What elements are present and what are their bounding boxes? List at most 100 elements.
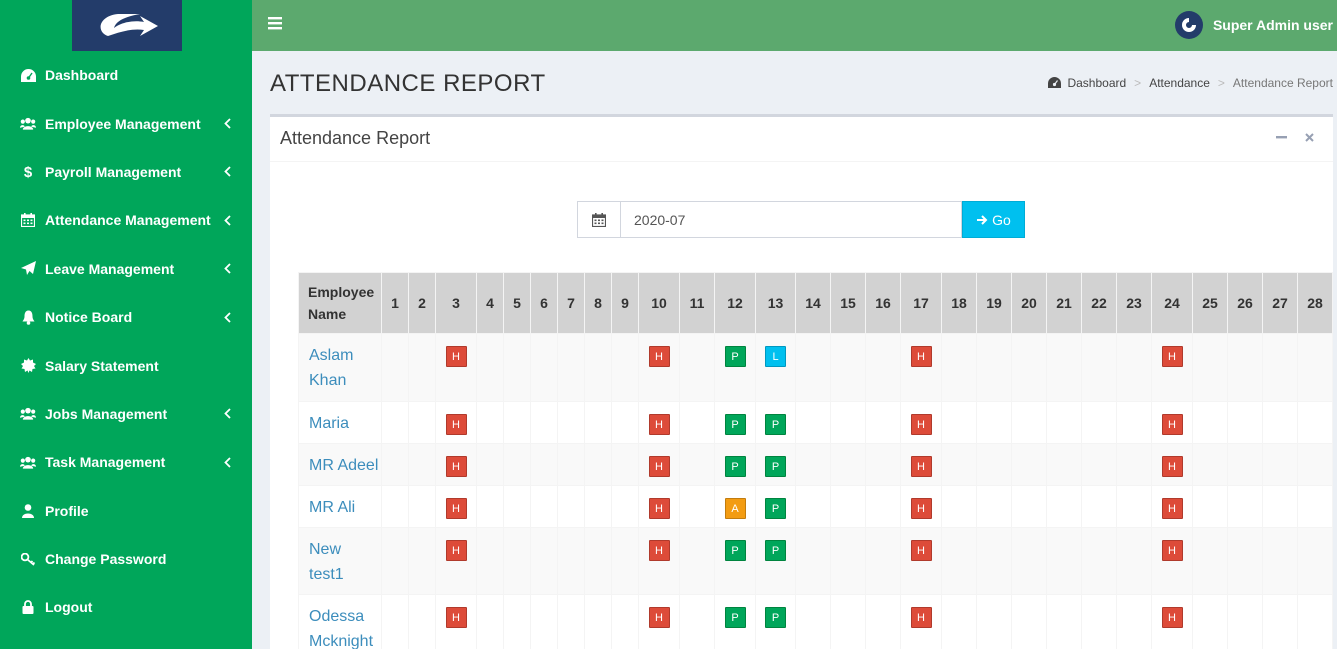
day-cell-8 bbox=[584, 485, 612, 528]
table-header-row: Employee Name 1 2 3 4 5 6 7 8 9 10 11 12 13 14 15 16 17 18… bbox=[298, 272, 1333, 334]
sidebar-item-notice-board[interactable]: Notice Board bbox=[0, 293, 252, 341]
employee-name-link[interactable]: Maria bbox=[298, 401, 382, 444]
column-header-day-23: 23 bbox=[1116, 272, 1152, 334]
day-cell-14 bbox=[795, 333, 831, 402]
day-cell-5 bbox=[503, 333, 531, 402]
calendar-icon bbox=[20, 212, 36, 228]
sidebar-item-payroll-management[interactable]: $ Payroll Management bbox=[0, 148, 252, 196]
day-cell-10: H bbox=[638, 333, 680, 402]
users-icon bbox=[20, 116, 36, 132]
users-icon bbox=[20, 406, 36, 422]
day-cell-1 bbox=[381, 527, 409, 595]
lock-icon bbox=[20, 599, 36, 615]
logo[interactable] bbox=[72, 0, 182, 51]
day-cell-25 bbox=[1192, 485, 1228, 528]
day-cell-21 bbox=[1046, 485, 1082, 528]
attendance-badge: H bbox=[910, 498, 932, 519]
sidebar-item-label: Notice Board bbox=[45, 309, 133, 326]
sidebar-item-attendance-management[interactable]: Attendance Management bbox=[0, 196, 252, 244]
day-cell-27 bbox=[1262, 333, 1298, 402]
day-cell-21 bbox=[1046, 443, 1082, 486]
close-icon[interactable] bbox=[1303, 129, 1315, 145]
collapse-icon[interactable] bbox=[1275, 129, 1287, 145]
day-cell-20 bbox=[1011, 401, 1047, 444]
day-cell-21 bbox=[1046, 333, 1082, 402]
sidebar-item-employee-management[interactable]: Employee Management bbox=[0, 99, 252, 147]
day-cell-22 bbox=[1081, 333, 1117, 402]
employee-name-link[interactable]: New test1 bbox=[298, 527, 382, 595]
day-cell-23 bbox=[1116, 485, 1152, 528]
sidebar-item-salary-statement[interactable]: Salary Statement bbox=[0, 341, 252, 389]
day-cell-2 bbox=[408, 594, 436, 649]
breadcrumb-attendance[interactable]: Attendance bbox=[1149, 76, 1210, 90]
column-header-day-7: 7 bbox=[557, 272, 585, 334]
day-cell-3: H bbox=[435, 594, 477, 649]
go-button[interactable]: Go bbox=[962, 201, 1025, 238]
user-menu[interactable]: Super Admin user bbox=[1174, 11, 1333, 39]
day-cell-24: H bbox=[1151, 333, 1193, 402]
day-cell-15 bbox=[830, 443, 866, 486]
column-header-day-12: 12 bbox=[714, 272, 756, 334]
day-cell-1 bbox=[381, 594, 409, 649]
day-cell-14 bbox=[795, 443, 831, 486]
day-cell-21 bbox=[1046, 527, 1082, 595]
day-cell-12: P bbox=[714, 333, 756, 402]
day-cell-3: H bbox=[435, 527, 477, 595]
day-cell-12: P bbox=[714, 443, 756, 486]
day-cell-26 bbox=[1227, 443, 1263, 486]
sidebar-item-leave-management[interactable]: Leave Management bbox=[0, 245, 252, 293]
day-cell-11 bbox=[679, 443, 715, 486]
breadcrumb: Dashboard > Attendance > Attendance Repo… bbox=[1048, 76, 1333, 90]
day-cell-11 bbox=[679, 401, 715, 444]
day-cell-7 bbox=[557, 485, 585, 528]
menu-toggle-icon[interactable] bbox=[268, 16, 284, 34]
sidebar-item-change-password[interactable]: Change Password bbox=[0, 535, 252, 583]
employee-name-link[interactable]: MR Adeel bbox=[298, 443, 382, 486]
calendar-icon[interactable] bbox=[577, 201, 620, 238]
table-row: Odessa Mcknight H H P P H H bbox=[298, 594, 1333, 649]
day-cell-14 bbox=[795, 485, 831, 528]
attendance-badge: H bbox=[648, 456, 670, 477]
day-cell-2 bbox=[408, 401, 436, 444]
box-title: Attendance Report bbox=[280, 128, 431, 148]
day-cell-26 bbox=[1227, 485, 1263, 528]
sidebar-item-jobs-management[interactable]: Jobs Management bbox=[0, 390, 252, 438]
breadcrumb-dashboard[interactable]: Dashboard bbox=[1067, 76, 1126, 90]
breadcrumb-separator: > bbox=[1217, 76, 1225, 90]
table-row: Aslam Khan H H P L H H bbox=[298, 333, 1333, 402]
sidebar-item-dashboard[interactable]: Dashboard bbox=[0, 51, 252, 99]
day-cell-8 bbox=[584, 527, 612, 595]
employee-name-link[interactable]: Aslam Khan bbox=[298, 333, 382, 402]
day-cell-19 bbox=[976, 443, 1012, 486]
attendance-badge: H bbox=[445, 498, 467, 519]
day-cell-10: H bbox=[638, 443, 680, 486]
attendance-badge: H bbox=[910, 540, 932, 561]
sidebar-item-logout[interactable]: Logout bbox=[0, 583, 252, 631]
sidebar-item-task-management[interactable]: Task Management bbox=[0, 438, 252, 486]
day-cell-22 bbox=[1081, 527, 1117, 595]
key-icon bbox=[20, 551, 36, 567]
day-cell-13: P bbox=[755, 485, 796, 528]
day-cell-26 bbox=[1227, 333, 1263, 402]
column-header-day-17: 17 bbox=[900, 272, 942, 334]
attendance-badge: A bbox=[724, 498, 746, 519]
dollar-icon: $ bbox=[20, 164, 36, 180]
column-header-day-10: 10 bbox=[638, 272, 680, 334]
day-cell-4 bbox=[476, 333, 504, 402]
attendance-badge: P bbox=[724, 346, 746, 367]
day-cell-5 bbox=[503, 527, 531, 595]
day-cell-21 bbox=[1046, 594, 1082, 649]
user-icon bbox=[20, 503, 36, 519]
day-cell-18 bbox=[941, 333, 977, 402]
sidebar-item-profile[interactable]: Profile bbox=[0, 487, 252, 535]
column-header-day-2: 2 bbox=[408, 272, 436, 334]
day-cell-10: H bbox=[638, 594, 680, 649]
employee-name-link[interactable]: MR Ali bbox=[298, 485, 382, 528]
day-cell-8 bbox=[584, 333, 612, 402]
month-input[interactable] bbox=[620, 201, 962, 238]
day-cell-18 bbox=[941, 527, 977, 595]
attendance-badge: P bbox=[765, 414, 786, 435]
attendance-table-wrapper[interactable]: Employee Name 1 2 3 4 5 6 7 8 9 10 11 12 13 14 15 16 17 18… bbox=[298, 272, 1333, 649]
day-cell-27 bbox=[1262, 485, 1298, 528]
employee-name-link[interactable]: Odessa Mcknight bbox=[298, 594, 382, 649]
